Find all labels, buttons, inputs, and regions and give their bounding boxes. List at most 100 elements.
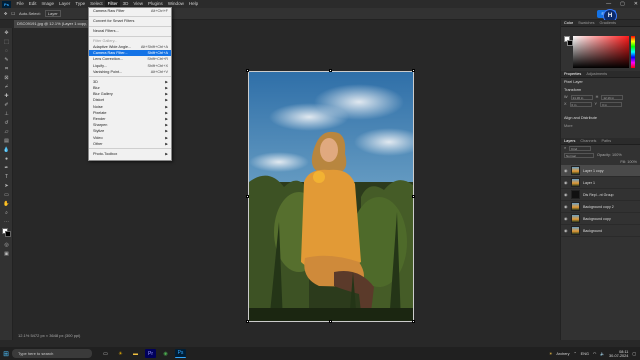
task-view-icon[interactable]: ▭: [100, 349, 111, 358]
volume-icon[interactable]: 🔈: [600, 351, 605, 356]
tab-channels[interactable]: Channels: [580, 138, 596, 144]
filter-menu-item[interactable]: Other ▶: [89, 141, 171, 147]
menu-edit[interactable]: Edit: [26, 0, 39, 8]
visibility-eye-icon[interactable]: ◉: [564, 204, 568, 209]
layer-row[interactable]: ◉ Dis Repl...nt Group: [561, 189, 640, 201]
menu-layer[interactable]: Layer: [57, 0, 73, 8]
x-field[interactable]: 0 in: [569, 102, 592, 107]
more-tools-icon[interactable]: ⋯: [0, 217, 13, 226]
chrome-icon[interactable]: ◉: [160, 349, 171, 358]
menu-file[interactable]: File: [14, 0, 26, 8]
tab-color[interactable]: Color: [564, 20, 573, 26]
move-icon[interactable]: ✥: [0, 28, 13, 37]
layer-row[interactable]: ◉ Background: [561, 225, 640, 237]
color-field[interactable]: [573, 36, 629, 68]
menu-help[interactable]: Help: [186, 0, 200, 8]
width-field[interactable]: 21.36 in: [570, 95, 593, 100]
close-button[interactable]: ✕: [634, 0, 638, 8]
auto-select-checkbox[interactable]: ☐: [11, 11, 15, 16]
history-brush-icon[interactable]: ↺: [0, 118, 13, 127]
lasso-icon[interactable]: ◌: [0, 46, 13, 55]
clock[interactable]: 08:11 30-07-2024: [609, 350, 628, 358]
canvas-photo[interactable]: [248, 71, 414, 322]
screen-mode-icon[interactable]: ▣: [0, 249, 13, 258]
windows-start-icon[interactable]: ⊞: [0, 347, 12, 360]
transform-title[interactable]: Transform: [561, 86, 640, 94]
tab-properties[interactable]: Properties: [564, 71, 581, 77]
filter-menu-item[interactable]: Camera Raw Filter Alt+Ctrl+F: [89, 8, 171, 14]
layer-row[interactable]: ◉ Background copy 2: [561, 201, 640, 213]
transform-handle[interactable]: [412, 69, 415, 72]
eyedropper-icon[interactable]: ⌿: [0, 82, 13, 91]
fill-field[interactable]: Fill: 100%: [620, 160, 637, 164]
path-select-icon[interactable]: ➤: [0, 181, 13, 190]
height-field[interactable]: 12.16 in: [601, 95, 624, 100]
filter-menu-item[interactable]: Convert for Smart Filters: [89, 18, 171, 24]
tab-swatches[interactable]: Swatches: [578, 20, 594, 26]
minimize-button[interactable]: —: [606, 0, 611, 8]
quick-mask-icon[interactable]: ◎: [0, 240, 13, 249]
visibility-eye-icon[interactable]: ◉: [564, 216, 568, 221]
filter-menu-item[interactable]: Neural Filters...: [89, 28, 171, 34]
transform-handle[interactable]: [329, 69, 332, 72]
align-more[interactable]: More: [561, 122, 640, 130]
tab-paths[interactable]: Paths: [601, 138, 611, 144]
widgets-icon[interactable]: ☀: [115, 349, 126, 358]
tab-gradients[interactable]: Gradients: [600, 20, 616, 26]
pen-icon[interactable]: ✒: [0, 163, 13, 172]
language-indicator[interactable]: ENG: [581, 352, 589, 356]
shape-icon[interactable]: ▭: [0, 190, 13, 199]
blend-mode-dropdown[interactable]: Normal: [564, 153, 594, 158]
marquee-icon[interactable]: ⬚: [0, 37, 13, 46]
weather-text[interactable]: Archery: [556, 352, 569, 356]
blur-icon[interactable]: 💧: [0, 145, 13, 154]
transform-handle[interactable]: [246, 320, 249, 323]
transform-handle[interactable]: [412, 320, 415, 323]
opacity-field[interactable]: Opacity: 100%: [597, 153, 622, 158]
move-tool-icon[interactable]: ✥: [4, 11, 7, 16]
frame-icon[interactable]: ⊠: [0, 73, 13, 82]
transform-handle[interactable]: [246, 195, 249, 198]
notifications-icon[interactable]: ▢: [632, 351, 636, 356]
zoom-icon[interactable]: ⌕: [0, 208, 13, 217]
tab-layers[interactable]: Layers: [564, 138, 575, 144]
healing-icon[interactable]: ✚: [0, 91, 13, 100]
maximize-button[interactable]: ▢: [620, 0, 625, 8]
photoshop-taskbar-icon[interactable]: Ps: [175, 349, 186, 358]
visibility-eye-icon[interactable]: ◉: [564, 228, 568, 233]
stamp-icon[interactable]: ⊥: [0, 109, 13, 118]
brush-icon[interactable]: ✐: [0, 100, 13, 109]
visibility-eye-icon[interactable]: ◉: [564, 180, 568, 185]
filter-menu-item[interactable]: Photo-Toolbox ▶: [89, 151, 171, 157]
kind-filter-dropdown[interactable]: Kind: [569, 146, 592, 151]
transform-handle[interactable]: [329, 320, 332, 323]
menu-image[interactable]: Image: [39, 0, 57, 8]
color-swatch-icon[interactable]: [0, 226, 13, 240]
y-field[interactable]: 0 in: [600, 102, 623, 107]
hand-icon[interactable]: ✋: [0, 199, 13, 208]
filter-menu-item[interactable]: Vanishing Point... Alt+Ctrl+V: [89, 69, 171, 75]
wifi-icon[interactable]: ◠: [593, 351, 596, 356]
layer-row[interactable]: ◉ Layer 1 copy: [561, 165, 640, 177]
transform-handle[interactable]: [246, 69, 249, 72]
menu-type[interactable]: Type: [73, 0, 88, 8]
tray-arrow-icon[interactable]: ⌃: [573, 351, 576, 356]
explorer-icon[interactable]: ▬: [130, 349, 141, 358]
layer-row[interactable]: ◉ Background copy: [561, 213, 640, 225]
dodge-icon[interactable]: ●: [0, 154, 13, 163]
weather-icon[interactable]: ☀: [549, 351, 552, 356]
hue-slider[interactable]: [631, 36, 635, 68]
type-icon[interactable]: T: [0, 172, 13, 181]
crop-icon[interactable]: ⌗: [0, 64, 13, 73]
visibility-eye-icon[interactable]: ◉: [564, 168, 568, 173]
auto-select-dropdown[interactable]: Layer: [44, 10, 61, 17]
taskbar-search-input[interactable]: Type here to search: [12, 349, 92, 358]
premiere-icon[interactable]: Pr: [145, 349, 156, 358]
eraser-icon[interactable]: ▱: [0, 127, 13, 136]
gradient-icon[interactable]: ▤: [0, 136, 13, 145]
visibility-eye-icon[interactable]: ◉: [564, 192, 568, 197]
quick-select-icon[interactable]: ✎: [0, 55, 13, 64]
layer-row[interactable]: ◉ Layer 1: [561, 177, 640, 189]
tab-adjustments[interactable]: Adjustments: [586, 71, 607, 77]
transform-handle[interactable]: [412, 195, 415, 198]
